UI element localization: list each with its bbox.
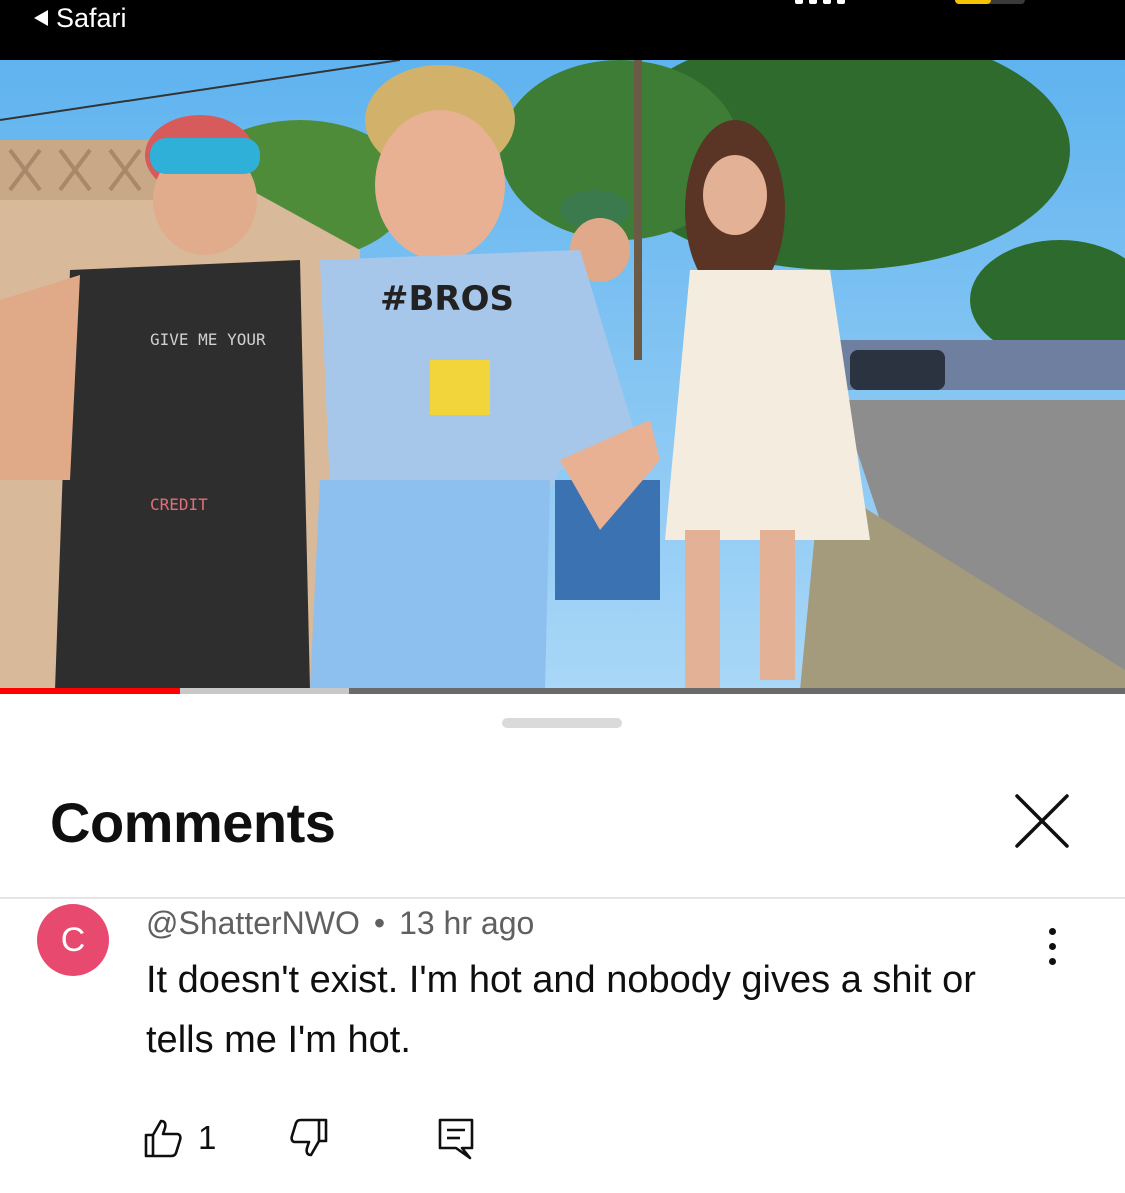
reply-button[interactable] (436, 1116, 476, 1160)
avatar[interactable]: C (37, 904, 109, 976)
more-vertical-icon (1048, 927, 1056, 935)
close-icon (1015, 794, 1069, 848)
meta-separator: • (373, 904, 386, 941)
thumbs-down-icon (290, 1118, 328, 1157)
more-options-button[interactable] (1032, 918, 1072, 974)
back-arrow-icon (34, 10, 48, 26)
comment-actions: 1 (140, 1108, 476, 1168)
dislike-button[interactable] (288, 1116, 332, 1160)
reply-icon (439, 1118, 474, 1160)
back-to-safari-button[interactable]: Safari (34, 2, 127, 33)
comment-author[interactable]: @ShatterNWO (146, 905, 360, 942)
comment-meta: @ShatterNWO • 13 hr ago (146, 904, 534, 942)
shirt-text: #BROS (380, 279, 514, 319)
status-bar: Safari (0, 0, 1125, 60)
close-button[interactable] (1005, 790, 1077, 854)
thumbs-up-icon (144, 1119, 182, 1158)
video-frame: GIVE ME YOUR CREDIT #BROS (0, 60, 1125, 690)
battery-icon (955, 0, 1025, 4)
back-label: Safari (56, 2, 127, 33)
signal-icon (795, 0, 845, 4)
divider (0, 897, 1125, 899)
comment-item: C @ShatterNWO • 13 hr ago It doesn't exi… (0, 900, 1125, 1193)
comment-time: 13 hr ago (399, 904, 535, 941)
sheet-title: Comments (50, 791, 336, 854)
like-button[interactable]: 1 (140, 1116, 216, 1160)
video-player[interactable]: GIVE ME YOUR CREDIT #BROS (0, 60, 1125, 690)
like-count: 1 (198, 1119, 217, 1156)
avatar-initial: C (60, 920, 86, 959)
tank-text-top: GIVE ME YOUR (150, 330, 266, 349)
drag-handle[interactable] (502, 718, 622, 728)
comment-text: It doesn't exist. I'm hot and nobody giv… (146, 959, 976, 1061)
comments-sheet: Comments C @ShatterNWO • 13 hr ago It do… (0, 694, 1125, 1193)
tank-text-bottom: CREDIT (150, 495, 208, 514)
